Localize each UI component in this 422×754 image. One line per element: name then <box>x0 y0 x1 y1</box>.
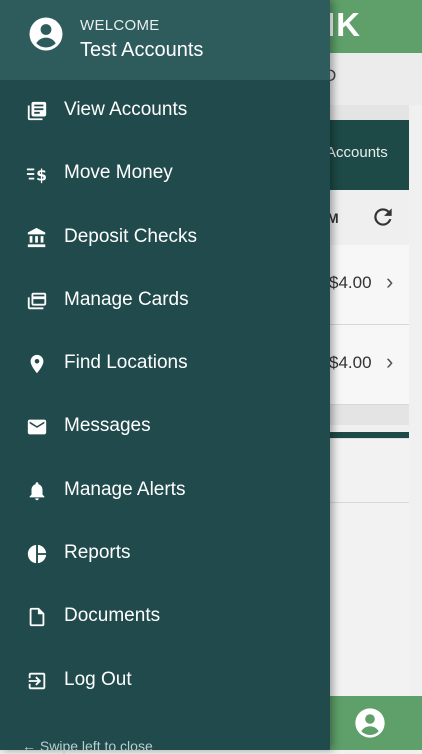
menu-item-messages[interactable]: Messages <box>0 396 330 459</box>
menu-item-label: Move Money <box>64 162 173 184</box>
drawer-header: WELCOME Test Accounts <box>0 0 330 80</box>
menu-item-view-accounts[interactable]: View Accounts <box>0 80 330 143</box>
navigation-drawer: WELCOME Test Accounts View Accounts $ Mo… <box>0 0 330 754</box>
menu-item-reports[interactable]: Reports <box>0 523 330 586</box>
menu-item-deposit-checks[interactable]: Deposit Checks <box>0 207 330 270</box>
menu-item-log-out[interactable]: Log Out <box>0 650 330 713</box>
svg-text:$: $ <box>36 167 47 185</box>
menu-item-label: Reports <box>64 542 131 564</box>
menu-item-manage-alerts[interactable]: Manage Alerts <box>0 460 330 523</box>
app-brand-logo: IK <box>326 6 361 43</box>
accounts-tab-label: Accounts <box>326 144 388 161</box>
menu-item-label: Log Out <box>64 668 132 690</box>
arrow-left-icon: ← <box>22 738 36 754</box>
transfer-money-icon: $ <box>26 163 48 185</box>
menu-item-label: Find Locations <box>64 352 188 374</box>
welcome-label: WELCOME <box>80 17 160 34</box>
chevron-right-icon: › <box>386 269 394 294</box>
pie-chart-icon <box>26 543 48 565</box>
swipe-hint-label: Swipe left to close <box>39 738 153 754</box>
account-balance: $4.00 <box>329 353 372 372</box>
profile-icon[interactable] <box>354 707 386 739</box>
bank-icon <box>26 227 48 249</box>
menu-item-documents[interactable]: Documents <box>0 586 330 649</box>
logout-icon <box>26 670 48 692</box>
location-pin-icon <box>26 353 48 375</box>
bell-icon <box>26 480 48 502</box>
user-avatar-icon <box>28 16 64 52</box>
refresh-icon[interactable] <box>370 204 396 230</box>
menu-item-label: Manage Cards <box>64 288 189 310</box>
user-name: Test Accounts <box>80 39 204 61</box>
menu-item-move-money[interactable]: $ Move Money <box>0 143 330 206</box>
chevron-right-icon: › <box>386 349 394 374</box>
accounts-list-icon <box>26 100 48 122</box>
cards-icon <box>26 290 48 312</box>
menu-item-label: Manage Alerts <box>64 478 186 500</box>
menu-item-find-locations[interactable]: Find Locations <box>0 333 330 396</box>
account-balance: $4.00 <box>329 273 372 292</box>
menu-item-label: Deposit Checks <box>64 225 198 247</box>
document-icon <box>26 606 48 628</box>
drawer-menu: View Accounts $ Move Money Deposit Check… <box>0 80 330 713</box>
envelope-icon <box>26 416 48 438</box>
swipe-hint: ← Swipe left to close <box>22 738 153 754</box>
menu-item-manage-cards[interactable]: Manage Cards <box>0 270 330 333</box>
menu-item-label: View Accounts <box>64 99 188 120</box>
menu-item-label: Messages <box>64 415 151 437</box>
menu-item-label: Documents <box>64 605 161 627</box>
